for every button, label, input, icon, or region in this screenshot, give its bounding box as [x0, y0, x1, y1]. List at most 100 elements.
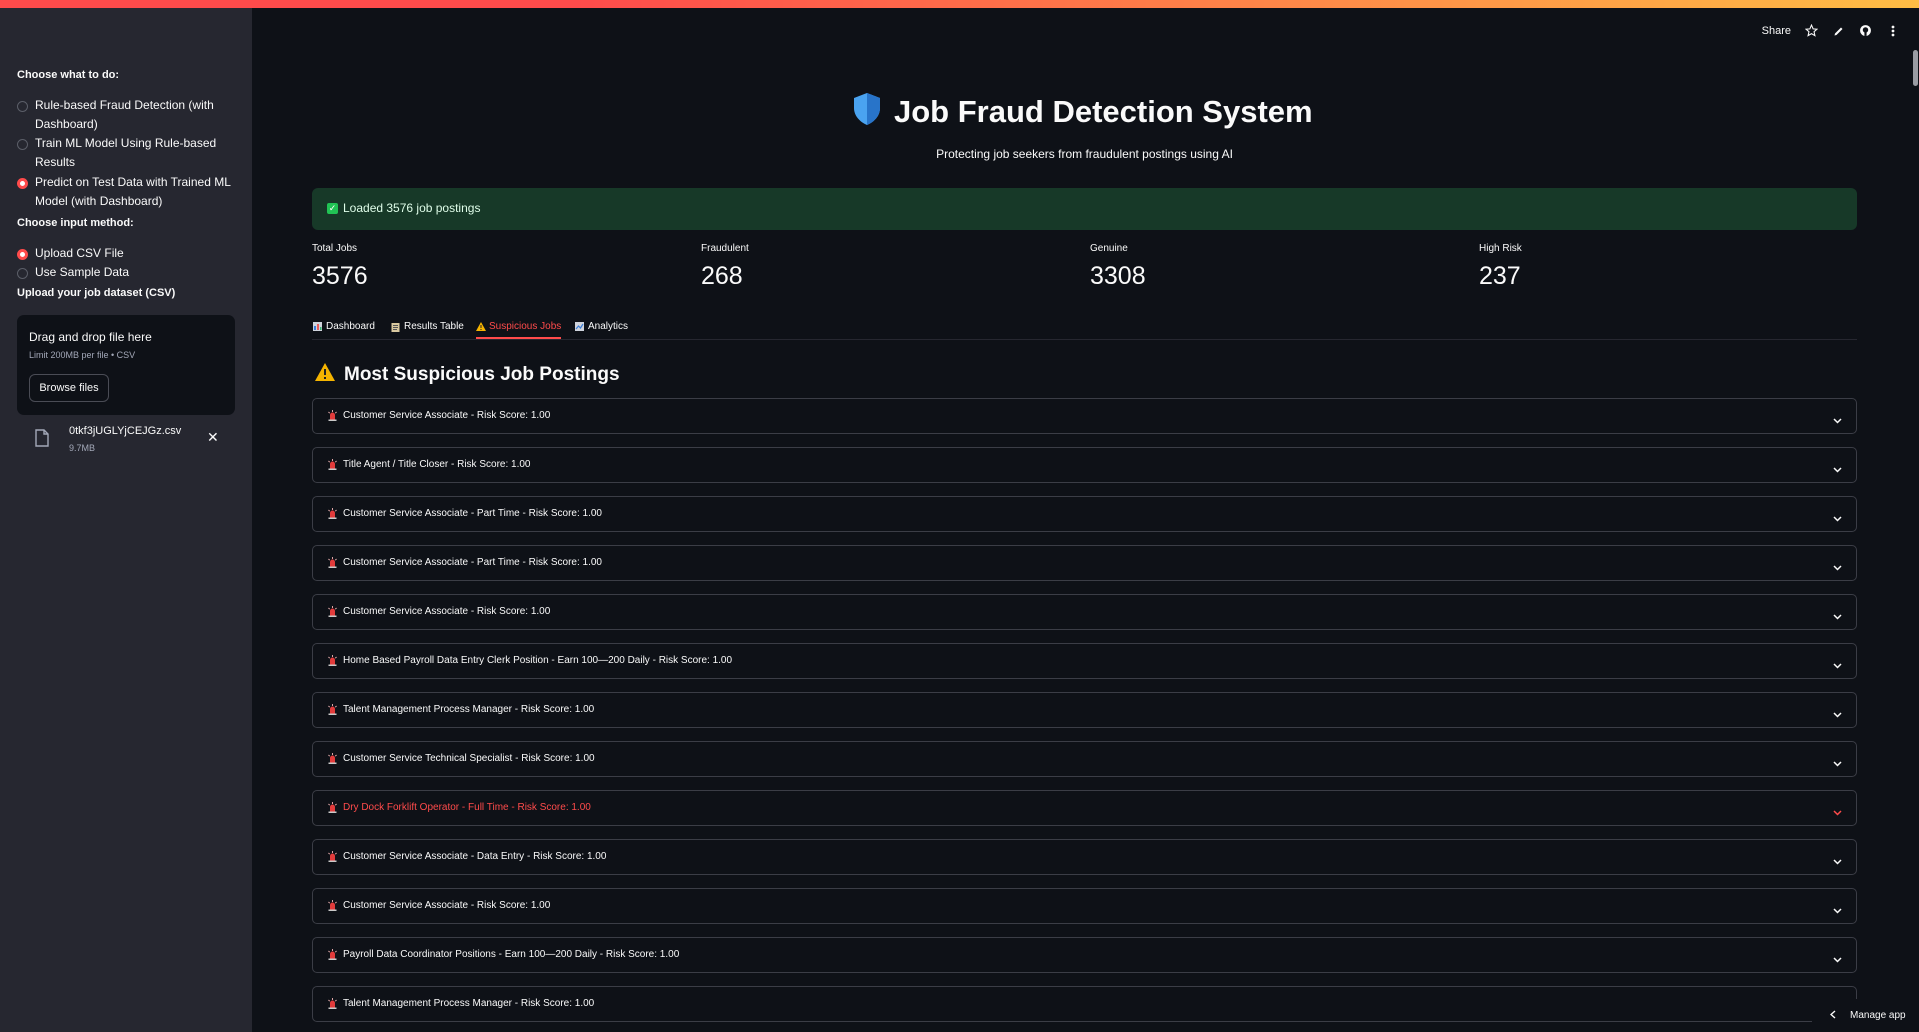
expander-header: Customer Service Associate - Part Time -… — [328, 557, 602, 568]
expander-header: Talent Management Process Manager - Risk… — [328, 704, 594, 715]
page-scrollbar[interactable] — [1913, 50, 1918, 86]
metric-label: Total Jobs — [312, 243, 358, 254]
manage-app-button[interactable]: Manage app — [1812, 999, 1919, 1032]
siren-icon — [328, 753, 337, 764]
file-dropzone[interactable]: Drag and drop file here Limit 200MB per … — [17, 315, 235, 415]
posting-expander[interactable]: Customer Service Associate - Risk Score:… — [312, 594, 1857, 630]
chevron-left-icon — [1829, 1009, 1836, 1022]
posting-expander[interactable]: Payroll Data Coordinator Positions - Ear… — [312, 937, 1857, 973]
success-alert: ✓ Loaded 3576 job postings — [312, 188, 1857, 230]
posting-expander[interactable]: Customer Service Technical Specialist - … — [312, 741, 1857, 777]
siren-icon — [328, 410, 337, 421]
metric-value: 3308 — [1090, 262, 1146, 290]
page-subtitle: Protecting job seekers from fraudulent p… — [936, 147, 1233, 161]
star-icon[interactable] — [1805, 24, 1818, 37]
siren-icon — [328, 606, 337, 617]
metric-total-jobs: Total Jobs 3576 — [312, 243, 368, 291]
file-size: 9.7MB — [69, 443, 96, 453]
bar-chart-icon — [313, 321, 322, 331]
browse-files-button[interactable]: Browse files — [29, 374, 109, 402]
posting-expander[interactable]: Title Agent / Title Closer - Risk Score:… — [312, 447, 1857, 483]
title-text: Job Fraud Detection System — [894, 93, 1313, 129]
edit-pencil-icon[interactable] — [1832, 24, 1845, 37]
expander-header: Customer Service Associate - Part Time -… — [328, 508, 602, 519]
posting-title: Customer Service Associate - Risk Score:… — [343, 900, 551, 911]
expander-header: Dry Dock Forklift Operator - Full Time -… — [328, 802, 591, 813]
metric-high-risk: High Risk 237 — [1479, 243, 1522, 291]
siren-icon — [328, 508, 337, 519]
posting-title: Talent Management Process Manager - Risk… — [343, 704, 595, 715]
radio-predict-test[interactable]: Predict on Test Data with Trained ML Mod… — [17, 175, 239, 211]
expander-header: Customer Service Technical Specialist - … — [328, 753, 595, 764]
radio-sample-data[interactable]: Use Sample Data — [17, 265, 239, 282]
uploaded-file: 0tkf3jUGLYjCEJGz.csv 9.7MB ✕ — [35, 423, 235, 459]
posting-expander[interactable]: Customer Service Associate - Risk Score:… — [312, 398, 1857, 434]
posting-title: Customer Service Technical Specialist - … — [343, 753, 595, 764]
more-menu-icon[interactable] — [1886, 24, 1899, 37]
chevron-down-icon — [1833, 460, 1842, 478]
tab-analytics[interactable]: Analytics — [575, 315, 628, 337]
posting-expander[interactable]: Customer Service Associate - Part Time -… — [312, 545, 1857, 581]
tab-bar: Dashboard Results Table Suspicious Jobs … — [312, 313, 1857, 340]
chevron-down-icon — [1833, 852, 1842, 870]
posting-expander[interactable]: Dry Dock Forklift Operator - Full Time -… — [312, 790, 1857, 826]
metric-value: 237 — [1479, 262, 1521, 290]
radio-circle — [17, 101, 28, 112]
radio-rule-based[interactable]: Rule-based Fraud Detection (with Dashboa… — [17, 98, 239, 134]
expander-header: Talent Management Process Manager - Risk… — [328, 998, 594, 1009]
posting-title: Talent Management Process Manager - Risk… — [343, 998, 595, 1009]
expander-header: Customer Service Associate - Risk Score:… — [328, 606, 550, 617]
siren-icon — [328, 459, 337, 470]
posting-title: Customer Service Associate - Risk Score:… — [343, 410, 551, 421]
siren-icon — [328, 998, 337, 1009]
chevron-down-icon — [1833, 607, 1842, 625]
radio-option-label: Predict on Test Data with Trained ML Mod… — [35, 175, 231, 208]
posting-expander[interactable]: Talent Management Process Manager - Risk… — [312, 986, 1857, 1022]
tab-suspicious-jobs[interactable]: Suspicious Jobs — [476, 315, 562, 339]
file-icon — [35, 429, 49, 452]
posting-title: Customer Service Associate - Part Time -… — [343, 557, 602, 568]
posting-title: Payroll Data Coordinator Positions - Ear… — [343, 949, 680, 960]
siren-icon — [328, 704, 337, 715]
remove-file-close-icon[interactable]: ✕ — [207, 429, 219, 446]
posting-expander[interactable]: Customer Service Associate - Data Entry … — [312, 839, 1857, 875]
expander-header: Customer Service Associate - Risk Score:… — [328, 900, 550, 911]
expander-header: Customer Service Associate - Data Entry … — [328, 851, 606, 862]
section-heading: Most Suspicious Job Postings — [314, 362, 620, 387]
expander-header: Customer Service Associate - Risk Score:… — [328, 410, 550, 421]
chevron-down-icon — [1833, 705, 1842, 723]
radio-circle-selected — [17, 249, 28, 260]
github-icon[interactable] — [1859, 24, 1872, 37]
siren-icon — [328, 802, 337, 813]
app-toolbar: Share — [1762, 24, 1899, 37]
chevron-down-icon — [1833, 656, 1842, 674]
posting-title: Dry Dock Forklift Operator - Full Time -… — [343, 802, 591, 813]
dropzone-title: Drag and drop file here — [29, 330, 152, 344]
siren-icon — [328, 655, 337, 666]
tab-label: Results Table — [404, 320, 464, 332]
check-icon: ✓ — [327, 202, 338, 214]
posting-title: Title Agent / Title Closer - Risk Score:… — [343, 459, 531, 470]
tab-results-table[interactable]: Results Table — [391, 315, 464, 337]
tab-label: Dashboard — [326, 320, 375, 332]
radio-option-label: Use Sample Data — [35, 265, 130, 279]
posting-expander[interactable]: Customer Service Associate - Risk Score:… — [312, 888, 1857, 924]
task-radio-label: Choose what to do: — [17, 69, 120, 81]
posting-expander[interactable]: Customer Service Associate - Part Time -… — [312, 496, 1857, 532]
expander-header: Title Agent / Title Closer - Risk Score:… — [328, 459, 530, 470]
dropzone-limit: Limit 200MB per file • CSV — [29, 350, 136, 360]
tab-dashboard[interactable]: Dashboard — [313, 315, 375, 337]
radio-upload-csv[interactable]: Upload CSV File — [17, 246, 239, 263]
clipboard-icon — [391, 322, 400, 332]
posting-title: Customer Service Associate - Data Entry … — [343, 851, 607, 862]
radio-option-label: Rule-based Fraud Detection (with Dashboa… — [35, 98, 214, 131]
chevron-down-icon — [1833, 901, 1842, 919]
warning-icon — [314, 362, 336, 387]
posting-expander[interactable]: Talent Management Process Manager - Risk… — [312, 692, 1857, 728]
chevron-down-icon — [1833, 803, 1842, 821]
posting-expander[interactable]: Home Based Payroll Data Entry Clerk Posi… — [312, 643, 1857, 679]
chevron-down-icon — [1833, 509, 1842, 527]
siren-icon — [328, 851, 337, 862]
share-button[interactable]: Share — [1762, 25, 1791, 37]
chevron-down-icon — [1833, 558, 1842, 576]
